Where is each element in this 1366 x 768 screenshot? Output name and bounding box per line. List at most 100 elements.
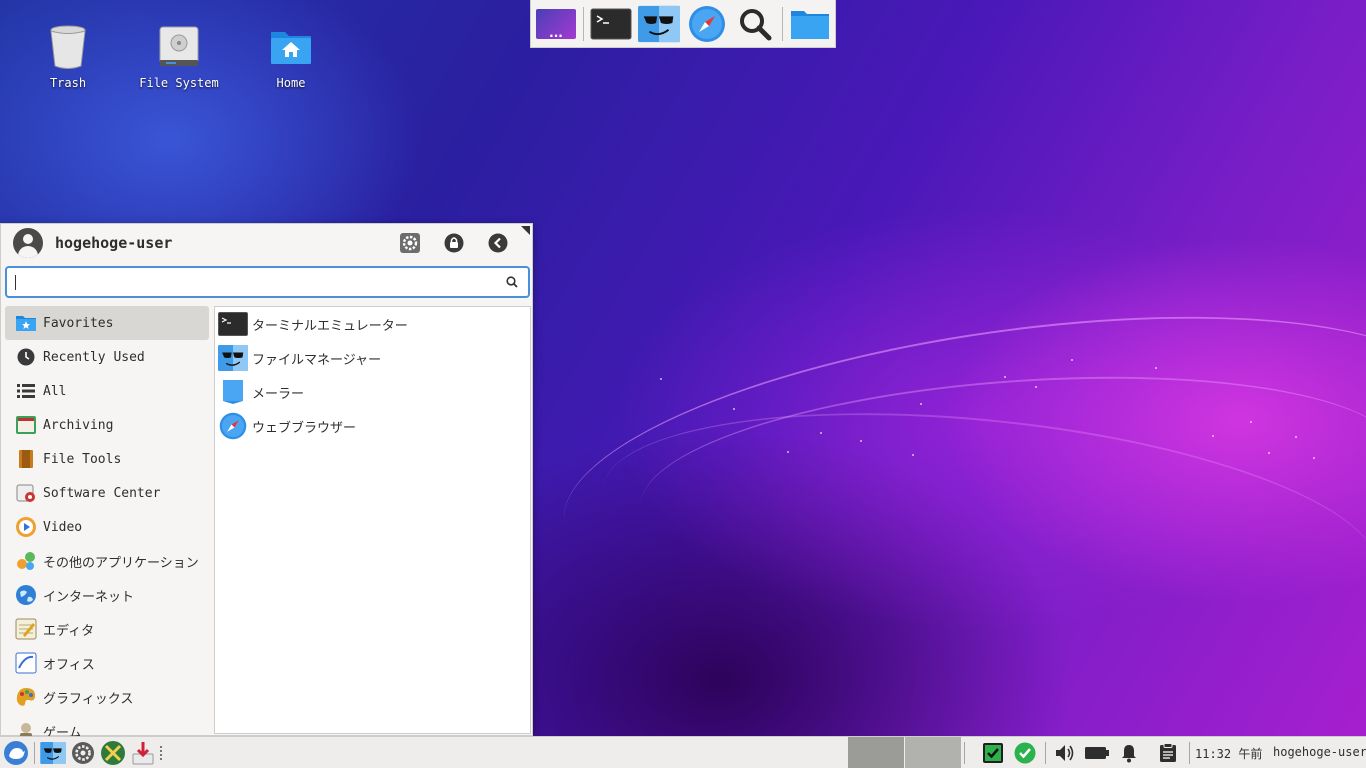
dock-folder[interactable] bbox=[789, 5, 831, 43]
tray-battery[interactable] bbox=[1082, 738, 1112, 768]
archive-icon bbox=[15, 414, 37, 436]
launcher-settings[interactable] bbox=[68, 738, 98, 768]
menu-resize-corner[interactable] bbox=[521, 226, 530, 235]
desktop-icon-file-system[interactable]: File System bbox=[134, 24, 224, 90]
category-label: その他のアプリケーション bbox=[43, 555, 199, 571]
tray-notifications[interactable] bbox=[1114, 738, 1144, 768]
wallpaper-swoosh bbox=[590, 379, 1366, 681]
dock-workspaces[interactable]: ... bbox=[535, 5, 577, 43]
wallpaper-swoosh bbox=[633, 353, 1366, 607]
taskbar: 11:32 午前 hogehoge-user bbox=[0, 736, 1366, 768]
clock-time: 11:32 午前 bbox=[1195, 747, 1263, 761]
category-internet[interactable]: インターネット bbox=[5, 578, 209, 612]
application-menu: hogehoge-user Favorites Recently Used Al… bbox=[0, 223, 533, 736]
launcher-file-manager[interactable] bbox=[38, 738, 68, 768]
dock-file-manager[interactable] bbox=[638, 5, 680, 43]
username: hogehoge-user bbox=[55, 234, 173, 252]
top-dock: ... bbox=[530, 0, 836, 48]
clock-icon bbox=[15, 346, 37, 368]
search-input[interactable] bbox=[13, 268, 493, 296]
settings-button[interactable] bbox=[399, 232, 421, 254]
app-label: ターミナルエミュレーター bbox=[252, 318, 408, 334]
panel-handle[interactable] bbox=[160, 745, 166, 760]
taskbar-separator bbox=[1189, 742, 1190, 764]
clock[interactable]: 11:32 午前 bbox=[1195, 745, 1262, 762]
tools-icon bbox=[101, 740, 125, 765]
category-label: エディタ bbox=[43, 623, 95, 639]
checkbox-icon bbox=[983, 743, 1003, 763]
dock-search[interactable] bbox=[734, 5, 776, 43]
category-favorites[interactable]: Favorites bbox=[5, 306, 209, 340]
app-terminal-emulator[interactable]: ターミナルエミュレーター bbox=[215, 307, 530, 341]
software-center-icon bbox=[15, 482, 37, 504]
category-file-tools[interactable]: File Tools bbox=[5, 442, 209, 476]
category-software-center[interactable]: Software Center bbox=[5, 476, 209, 510]
app-list: ターミナルエミュレーター ファイルマネージャー メーラー ウェブブラウザー bbox=[214, 306, 531, 734]
search-field[interactable] bbox=[5, 266, 530, 298]
launcher-installer[interactable] bbox=[128, 738, 158, 768]
category-label: Video bbox=[43, 519, 83, 535]
window-button-2[interactable] bbox=[905, 737, 961, 768]
app-mailer[interactable]: メーラー bbox=[215, 375, 530, 409]
category-other-applications[interactable]: その他のアプリケーション bbox=[5, 544, 209, 578]
tray-volume[interactable] bbox=[1050, 738, 1080, 768]
desktop-icon-trash[interactable]: Trash bbox=[23, 24, 113, 90]
settings-icon bbox=[400, 233, 420, 253]
category-games[interactable]: ゲーム bbox=[5, 714, 209, 736]
tray-task-checker[interactable] bbox=[978, 738, 1008, 768]
home-folder-icon bbox=[269, 24, 313, 70]
category-label: File Tools bbox=[43, 451, 122, 467]
app-label: メーラー bbox=[252, 386, 305, 402]
category-office[interactable]: オフィス bbox=[5, 646, 209, 680]
search-icon bbox=[740, 8, 772, 40]
tray-clipboard[interactable] bbox=[1153, 738, 1183, 768]
back-icon bbox=[488, 233, 508, 253]
text-caret bbox=[15, 275, 16, 290]
lock-button[interactable] bbox=[443, 232, 465, 254]
graphics-icon bbox=[15, 686, 37, 708]
dock-separator bbox=[782, 6, 783, 41]
category-recently-used[interactable]: Recently Used bbox=[5, 340, 209, 374]
games-icon bbox=[15, 720, 37, 736]
category-label: Favorites bbox=[43, 315, 114, 331]
office-icon bbox=[15, 652, 37, 674]
category-label: Recently Used bbox=[43, 349, 145, 365]
category-editor[interactable]: エディタ bbox=[5, 612, 209, 646]
wallpaper-swoosh bbox=[546, 268, 1366, 652]
taskbar-separator bbox=[964, 742, 965, 764]
settings-icon bbox=[72, 741, 94, 764]
desktop-icon-label: File System bbox=[139, 76, 219, 90]
other-apps-icon bbox=[15, 550, 37, 572]
app-file-manager[interactable]: ファイルマネージャー bbox=[215, 341, 530, 375]
app-label: ウェブブラウザー bbox=[252, 420, 357, 436]
battery-icon bbox=[1085, 747, 1109, 759]
user-name-button[interactable]: hogehoge-user bbox=[1273, 745, 1366, 759]
back-button[interactable] bbox=[487, 232, 509, 254]
category-label: グラフィックス bbox=[43, 691, 134, 707]
file-tools-icon bbox=[15, 448, 37, 470]
launcher-tools[interactable] bbox=[98, 738, 128, 768]
terminal-icon bbox=[218, 310, 248, 338]
category-archiving[interactable]: Archiving bbox=[5, 408, 209, 442]
video-icon bbox=[15, 516, 37, 538]
dock-browser[interactable] bbox=[686, 5, 728, 43]
browser-icon bbox=[689, 5, 725, 42]
avatar[interactable] bbox=[13, 228, 43, 258]
whisker-menu-button[interactable] bbox=[1, 738, 31, 768]
search-icon bbox=[506, 276, 518, 288]
category-video[interactable]: Video bbox=[5, 510, 209, 544]
favorites-folder-icon bbox=[15, 312, 37, 334]
category-graphics[interactable]: グラフィックス bbox=[5, 680, 209, 714]
list-icon bbox=[15, 380, 37, 402]
dock-terminal[interactable] bbox=[590, 5, 632, 43]
category-all[interactable]: All bbox=[5, 374, 209, 408]
window-button-1[interactable] bbox=[848, 737, 904, 768]
category-list: Favorites Recently Used All Archiving Fi… bbox=[5, 306, 209, 736]
whisker-menu-icon bbox=[4, 740, 28, 765]
category-label: All bbox=[43, 383, 67, 399]
app-web-browser[interactable]: ウェブブラウザー bbox=[215, 409, 530, 443]
folder-icon bbox=[791, 10, 829, 39]
desktop-icon-home[interactable]: Home bbox=[246, 24, 336, 90]
tray-update-status[interactable] bbox=[1010, 738, 1040, 768]
category-label: Software Center bbox=[43, 485, 161, 501]
